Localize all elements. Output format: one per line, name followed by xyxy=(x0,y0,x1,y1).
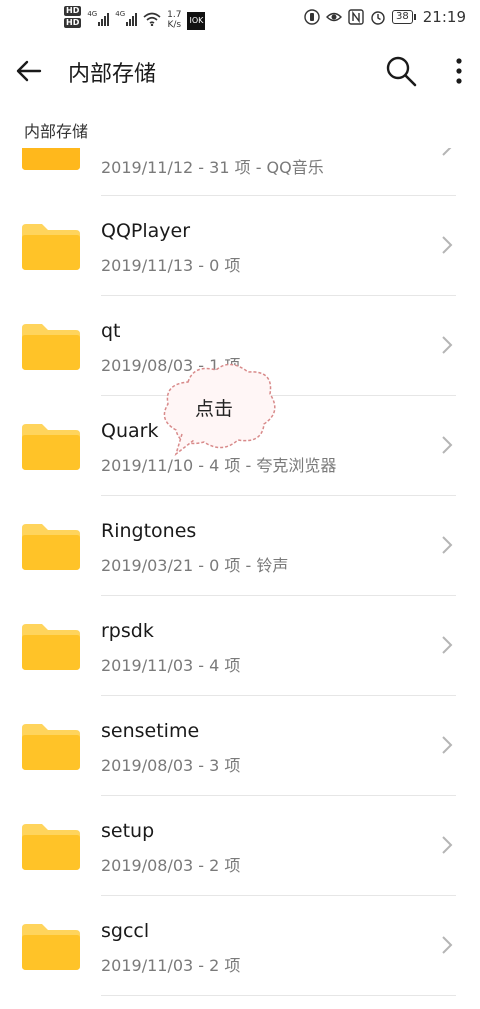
folder-meta: 2019/08/03 - 3 项 xyxy=(101,756,241,775)
folder-row[interactable]: setup 2019/08/03 - 2 项 xyxy=(0,796,480,896)
folder-icon xyxy=(22,824,80,870)
folder-row[interactable]: rpsdk 2019/11/03 - 4 项 xyxy=(0,596,480,696)
chevron-right-icon xyxy=(442,436,453,454)
folder-list: 2019/11/12 - 31 项 - QQ音乐 QQPlayer 2019/1… xyxy=(0,148,480,996)
app-bar: 内部存储 xyxy=(0,42,480,100)
hd-indicators: HD HD xyxy=(64,6,82,28)
folder-name: Quark xyxy=(101,420,159,442)
folder-icon xyxy=(22,624,80,670)
network-speed: 1.7 K/s xyxy=(167,10,182,30)
app-notification-icon: IOK xyxy=(187,12,206,30)
folder-icon xyxy=(22,724,80,770)
chevron-right-icon xyxy=(442,536,453,554)
status-bar: HD HD 4G 4G 1.7 K/s IOK 38 21:19 xyxy=(0,0,480,40)
folder-icon xyxy=(22,324,80,370)
hd-icon: HD xyxy=(64,6,82,16)
chevron-right-icon xyxy=(442,636,453,654)
folder-icon xyxy=(22,148,80,170)
chevron-right-icon xyxy=(442,936,453,954)
folder-meta: 2019/11/03 - 2 项 xyxy=(101,956,241,975)
eye-icon xyxy=(326,12,343,22)
signal-icon: 4G xyxy=(87,10,110,26)
folder-meta: 2019/08/03 - 2 项 xyxy=(101,856,241,875)
folder-meta: 2019/03/21 - 0 项 - 铃声 xyxy=(101,556,289,575)
folder-name: rpsdk xyxy=(101,620,154,642)
page-title: 内部存储 xyxy=(68,62,157,87)
folder-name: sgccl xyxy=(101,920,150,942)
chevron-right-icon xyxy=(442,736,453,754)
chevron-right-icon xyxy=(442,148,452,156)
folder-icon xyxy=(22,424,80,470)
chevron-right-icon xyxy=(442,336,453,354)
folder-meta: 2019/11/13 - 0 项 xyxy=(101,256,241,275)
folder-icon xyxy=(22,224,80,270)
folder-name: setup xyxy=(101,820,155,842)
folder-meta: 2019/11/12 - 31 项 - QQ音乐 xyxy=(101,158,324,177)
back-arrow-icon[interactable] xyxy=(12,54,46,88)
chevron-right-icon xyxy=(442,836,453,854)
battery-icon: 38 xyxy=(392,10,416,24)
chevron-right-icon xyxy=(442,236,453,254)
hd-icon: HD xyxy=(64,18,82,28)
vibrate-icon xyxy=(304,9,320,25)
nfc-icon xyxy=(348,9,364,25)
folder-row[interactable]: QQPlayer 2019/11/13 - 0 项 xyxy=(0,196,480,296)
folder-row[interactable]: Ringtones 2019/03/21 - 0 项 - 铃声 xyxy=(0,496,480,596)
folder-row[interactable]: sensetime 2019/08/03 - 3 项 xyxy=(0,696,480,796)
search-icon[interactable] xyxy=(384,54,418,88)
folder-meta: 2019/11/03 - 4 项 xyxy=(101,656,241,675)
folder-row[interactable]: sgccl 2019/11/03 - 2 项 xyxy=(0,896,480,996)
divider xyxy=(101,995,456,996)
folder-name: Ringtones xyxy=(101,520,197,542)
folder-icon xyxy=(22,924,80,970)
status-time: 21:19 xyxy=(422,8,466,26)
folder-name: qt xyxy=(101,320,121,342)
signal-icon: 4G xyxy=(115,10,138,26)
folder-icon xyxy=(22,524,80,570)
alarm-icon xyxy=(371,11,385,25)
wifi-icon xyxy=(143,12,161,26)
breadcrumb[interactable]: 内部存储 xyxy=(24,118,88,142)
folder-name: QQPlayer xyxy=(101,220,191,242)
folder-row[interactable]: 2019/11/12 - 31 项 - QQ音乐 xyxy=(0,148,480,196)
folder-name: sensetime xyxy=(101,720,200,742)
tap-annotation-text: 点击 xyxy=(195,398,234,420)
status-left: HD HD 4G 4G 1.7 K/s IOK xyxy=(64,6,206,30)
more-options-icon[interactable] xyxy=(448,54,470,88)
status-right: 38 21:19 xyxy=(304,8,466,26)
